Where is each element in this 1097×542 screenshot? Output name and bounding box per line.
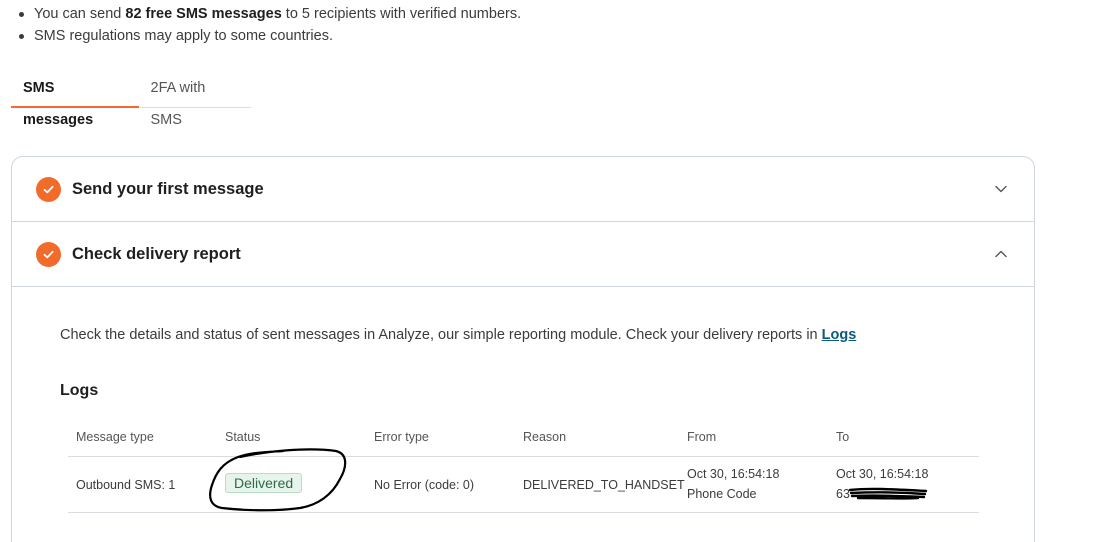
column-header-status: Status	[225, 430, 261, 444]
bullet-regulations: SMS regulations may apply to some countr…	[18, 25, 521, 47]
cell-message-type: Outbound SMS: 1	[76, 478, 176, 492]
column-header-from: From	[687, 430, 717, 444]
accordion-title: Check delivery report	[72, 244, 241, 263]
chevron-down-icon[interactable]	[994, 182, 1008, 196]
column-header-error-type: Error type	[374, 430, 429, 444]
accordion-header-check-delivery-report[interactable]: Check delivery report	[12, 222, 1034, 287]
cell-from-sender: Phone Code	[687, 487, 757, 501]
bullet-free-sms: You can send 82 free SMS messages to 5 r…	[18, 3, 521, 25]
redaction-scribble	[848, 487, 928, 500]
column-header-to: To	[836, 430, 850, 444]
cell-from-time: Oct 30, 16:54:18	[687, 467, 780, 481]
table-row[interactable]: Outbound SMS: 1 Delivered No Error (code…	[68, 448, 979, 513]
accordion-title: Send your first message	[72, 179, 264, 198]
cell-error-type: No Error (code: 0)	[374, 478, 475, 492]
status-badge: Delivered	[225, 473, 303, 493]
logs-link[interactable]: Logs	[822, 327, 857, 343]
check-circle-icon	[36, 176, 61, 202]
accordion-header-send-first-message[interactable]: Send your first message	[12, 157, 1034, 222]
column-header-message-type: Message type	[76, 430, 154, 444]
tab-sms-messages[interactable]: SMS messages	[11, 72, 139, 128]
logs-heading: Logs	[60, 382, 99, 399]
page: You can send 82 free SMS messages to 5 r…	[0, 0, 1097, 542]
column-header-reason: Reason	[523, 430, 567, 444]
chevron-up-icon[interactable]	[994, 247, 1008, 261]
cell-to-time: Oct 30, 16:54:18	[836, 467, 929, 481]
cell-reason: DELIVERED_TO_HANDSET	[523, 478, 685, 492]
delivery-intro-text: Check the details and status of sent mes…	[60, 327, 857, 343]
check-circle-icon	[36, 241, 61, 267]
tab-bar: SMS messages 2FA with SMS	[11, 72, 251, 128]
getting-started-accordion: Send your first message Check delivery r…	[11, 156, 1035, 542]
logs-table: Message type Status Error type Reason Fr…	[68, 419, 979, 513]
table-header: Message type Status Error type Reason Fr…	[68, 419, 979, 457]
info-bullets: You can send 82 free SMS messages to 5 r…	[18, 3, 521, 47]
tab-2fa-with-sms[interactable]: 2FA with SMS	[139, 72, 251, 128]
